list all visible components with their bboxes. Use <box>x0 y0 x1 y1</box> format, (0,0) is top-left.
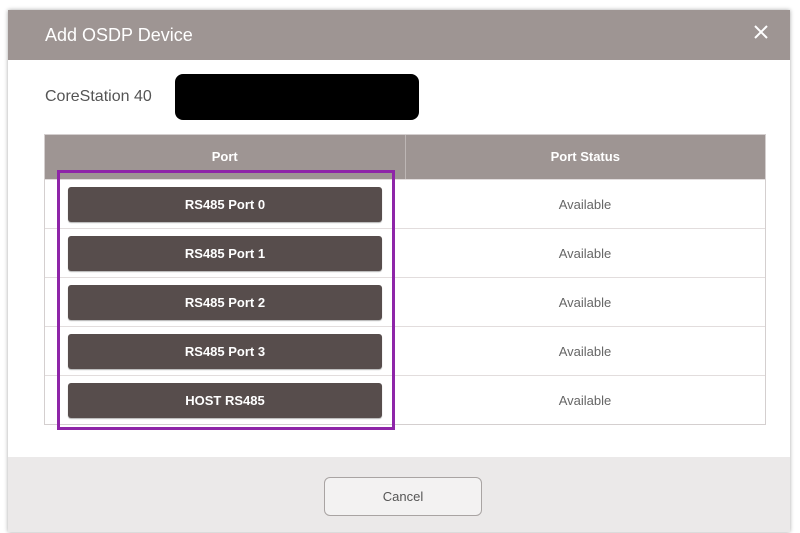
device-row: CoreStation 40 <box>45 74 445 120</box>
port-status: Available <box>558 196 612 212</box>
column-header-port-status: Port Status <box>404 135 766 179</box>
device-name-label: CoreStation 40 <box>45 88 152 105</box>
port-button-rs485-port-3[interactable]: RS485 Port 3 <box>68 333 382 369</box>
port-button-rs485-port-1[interactable]: RS485 Port 1 <box>68 235 382 271</box>
table-row: RS485 Port 1 Available <box>45 228 765 277</box>
add-osdp-device-dialog: Add OSDP Device CoreStation 40 Port Port… <box>8 10 790 532</box>
cancel-button[interactable]: Cancel <box>324 477 482 516</box>
port-cell: HOST RS485 <box>45 376 405 424</box>
dialog-title: Add OSDP Device <box>45 25 193 45</box>
table-row: HOST RS485 Available <box>45 375 765 424</box>
port-cell: RS485 Port 1 <box>45 229 405 277</box>
port-button-host-rs485[interactable]: HOST RS485 <box>68 382 382 418</box>
dialog-titlebar: Add OSDP Device <box>8 10 790 60</box>
port-button-rs485-port-0[interactable]: RS485 Port 0 <box>68 186 382 222</box>
table-row: RS485 Port 2 Available <box>45 277 765 326</box>
table-header: Port Port Status <box>45 135 765 179</box>
port-cell: RS485 Port 3 <box>45 327 405 375</box>
port-cell: RS485 Port 0 <box>45 180 405 228</box>
column-header-port: Port <box>211 149 238 164</box>
redacted-device-info <box>175 74 419 120</box>
close-icon[interactable] <box>750 21 772 43</box>
port-status: Available <box>558 294 612 310</box>
port-status: Available <box>558 343 612 359</box>
table-row: RS485 Port 0 Available <box>45 179 765 228</box>
port-cell: RS485 Port 2 <box>45 278 405 326</box>
port-button-rs485-port-2[interactable]: RS485 Port 2 <box>68 284 382 320</box>
table-row: RS485 Port 3 Available <box>45 326 765 375</box>
port-status: Available <box>558 245 612 261</box>
dialog-footer: Cancel <box>8 457 790 532</box>
port-table: Port Port Status RS485 Port 0 Available … <box>44 134 766 425</box>
port-status: Available <box>558 392 612 408</box>
